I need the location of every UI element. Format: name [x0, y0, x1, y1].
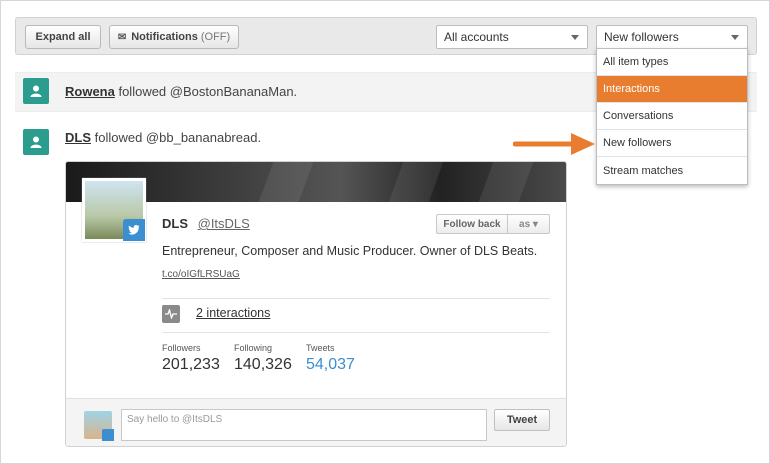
- tweets-stat[interactable]: Tweets 54,037: [306, 343, 355, 374]
- menu-item-conversations[interactable]: Conversations: [597, 103, 747, 130]
- profile-bio: Entrepreneur, Composer and Music Produce…: [162, 244, 538, 258]
- interactions-icon: [162, 305, 180, 323]
- menu-item-all-item-types[interactable]: All item types: [597, 49, 747, 76]
- item-type-select[interactable]: New followers: [596, 25, 748, 49]
- expand-all-button[interactable]: Expand all: [25, 25, 101, 49]
- profile-avatar[interactable]: [82, 178, 146, 242]
- reply-input[interactable]: Say hello to @ItsDLS: [121, 409, 487, 441]
- menu-item-interactions[interactable]: Interactions: [597, 76, 747, 103]
- stream-row-text: Rowena followed @BostonBananaMan.: [65, 84, 298, 99]
- profile-handle-link[interactable]: @ItsDLS: [198, 216, 250, 231]
- caret-down-icon: [571, 35, 579, 40]
- own-avatar: [84, 411, 114, 441]
- user-icon: [23, 129, 49, 155]
- user-link[interactable]: Rowena: [65, 84, 115, 99]
- twitter-bird-icon: [123, 219, 145, 241]
- twitter-bird-icon: [102, 429, 114, 441]
- profile-card: DLS @ItsDLS Follow back as ▾ Entrepreneu…: [65, 161, 567, 447]
- followers-stat: Followers 201,233: [162, 343, 220, 373]
- follow-back-button[interactable]: Follow back: [436, 214, 508, 234]
- tweet-button[interactable]: Tweet: [494, 409, 550, 431]
- user-link[interactable]: DLS: [65, 130, 91, 145]
- user-icon: [23, 78, 49, 104]
- envelope-icon: ✉: [117, 31, 127, 43]
- stream-row-text: DLS followed @bb_bananabread.: [65, 130, 262, 145]
- annotation-arrow-icon: [513, 133, 595, 155]
- follow-as-dropdown[interactable]: as ▾: [508, 214, 550, 234]
- divider: [162, 332, 550, 333]
- reply-bar: Say hello to @ItsDLS Tweet: [66, 398, 566, 446]
- item-type-menu: All item types Interactions Conversation…: [596, 48, 748, 185]
- caret-down-icon: [731, 35, 739, 40]
- notifications-state: (OFF): [200, 31, 231, 43]
- app-frame: Expand all ✉ Notifications (OFF) All acc…: [0, 0, 770, 464]
- divider: [162, 298, 550, 299]
- following-stat: Following 140,326: [234, 343, 292, 373]
- profile-name-line: DLS @ItsDLS: [162, 216, 250, 231]
- menu-item-new-followers[interactable]: New followers: [597, 130, 747, 157]
- notifications-button[interactable]: ✉ Notifications (OFF): [109, 25, 239, 49]
- accounts-select[interactable]: All accounts: [436, 25, 588, 49]
- menu-item-stream-matches[interactable]: Stream matches: [597, 157, 747, 184]
- interactions-link[interactable]: 2 interactions: [196, 306, 270, 320]
- profile-name: DLS: [162, 216, 188, 231]
- profile-url-link[interactable]: t.co/oIGfLRSUaG: [162, 269, 240, 280]
